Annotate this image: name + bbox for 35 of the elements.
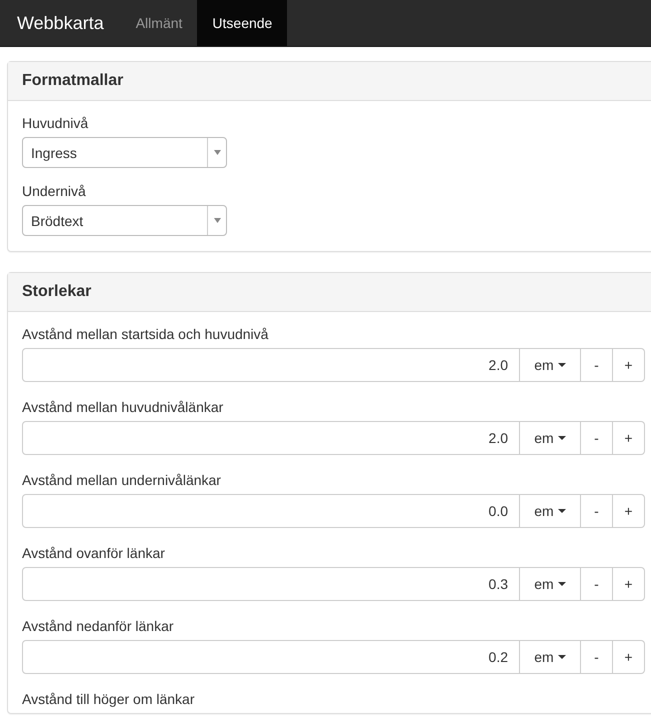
decrement-button[interactable]: -	[581, 640, 613, 674]
increment-button[interactable]: +	[613, 348, 645, 382]
field-label: Avstånd nedanför länkar	[22, 618, 174, 634]
decrement-button[interactable]: -	[581, 494, 613, 528]
panel-title: Formatmallar	[22, 72, 124, 90]
decrement-button[interactable]: -	[581, 567, 613, 601]
unit-dropdown[interactable]: em	[520, 348, 581, 382]
increment-button[interactable]: +	[613, 494, 645, 528]
field-label: Avstånd mellan huvudnivålänkar	[22, 399, 224, 415]
decrement-button[interactable]: -	[581, 348, 613, 382]
decrement-button[interactable]: -	[581, 421, 613, 455]
number-input[interactable]: 0.3	[22, 567, 520, 601]
number-input[interactable]: 0.0	[22, 494, 520, 528]
unit-dropdown[interactable]: em	[520, 494, 581, 528]
panel-title: Storlekar	[22, 283, 92, 301]
field-label: Huvudnivå	[22, 115, 88, 131]
brand-title[interactable]: Webbkarta	[0, 0, 121, 46]
increment-button[interactable]: +	[613, 421, 645, 455]
increment-button[interactable]: +	[613, 567, 645, 601]
unit-dropdown[interactable]: em	[520, 640, 581, 674]
nav-tab[interactable]: Utseende	[197, 0, 288, 46]
number-input[interactable]: 0.2	[22, 640, 520, 674]
select-dropdown[interactable]: Ingress	[22, 137, 227, 168]
number-input[interactable]: 2.0	[22, 421, 520, 455]
field-label: Avstånd ovanför länkar	[22, 545, 165, 561]
field-label: Undernivå	[22, 183, 86, 199]
field-label: Avstånd till höger om länkar	[22, 691, 194, 707]
nav-tab[interactable]: Allmänt	[120, 0, 198, 46]
increment-button[interactable]: +	[613, 640, 645, 674]
unit-dropdown[interactable]: em	[520, 421, 581, 455]
field-label: Avstånd mellan undernivålänkar	[22, 472, 221, 488]
unit-dropdown[interactable]: em	[520, 567, 581, 601]
number-input[interactable]: 2.0	[22, 348, 520, 382]
select-dropdown[interactable]: Brödtext	[22, 205, 227, 236]
field-label: Avstånd mellan startsida och huvudnivå	[22, 326, 268, 342]
